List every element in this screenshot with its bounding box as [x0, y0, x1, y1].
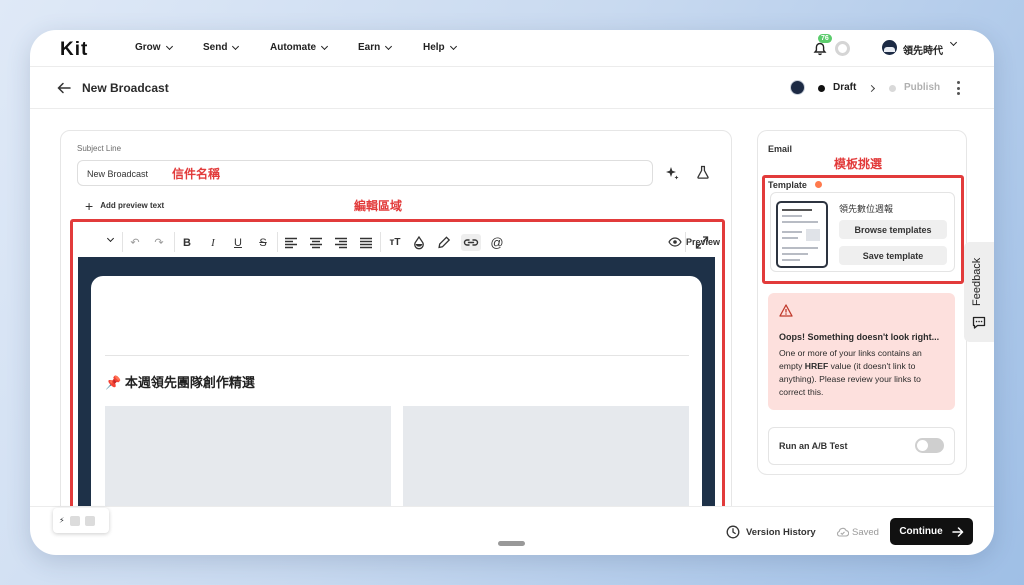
version-history-button[interactable]: Version History — [746, 527, 816, 538]
mini-toolbar: ⚡ — [53, 508, 109, 533]
nav-help[interactable]: Help — [423, 42, 457, 53]
subject-line-input[interactable]: New Broadcast — [77, 160, 653, 186]
chevron-right-icon — [867, 84, 876, 93]
annotation-subject: 信件名稱 — [172, 167, 221, 181]
chat-icon[interactable] — [972, 316, 986, 329]
chevron-down-icon — [232, 42, 240, 50]
italic-icon[interactable]: I — [206, 234, 220, 251]
tool-icon[interactable] — [84, 515, 95, 526]
ab-test-toggle[interactable] — [915, 438, 944, 453]
strikethrough-icon[interactable]: S — [256, 234, 270, 251]
plus-icon: + — [85, 197, 94, 214]
chevron-down-icon — [385, 42, 393, 50]
alert-title: Oops! Something doesn't look right... — [779, 332, 940, 342]
editor-toolbar: ↶ ↷ B I U S тT @ Preview — [78, 229, 720, 256]
underline-icon[interactable]: U — [231, 234, 245, 251]
broadcast-header: New Broadcast Draft Publish — [30, 67, 994, 109]
align-right-icon[interactable] — [334, 234, 348, 251]
chevron-down-icon[interactable] — [949, 38, 958, 47]
template-label: Template — [768, 180, 807, 190]
continue-button[interactable]: Continue — [890, 518, 973, 545]
cloud-check-icon — [837, 527, 849, 537]
avatar[interactable] — [882, 40, 897, 55]
notification-badge: 76 — [818, 34, 832, 43]
color-drop-icon[interactable] — [412, 234, 426, 251]
pushpin-icon: 📌 — [105, 375, 122, 390]
nav-earn[interactable]: Earn — [358, 42, 393, 53]
chevron-down-icon — [165, 42, 173, 50]
undo-icon[interactable]: ↶ — [128, 234, 142, 251]
page-title: New Broadcast — [82, 81, 169, 95]
save-template-button[interactable]: Save template — [839, 246, 947, 265]
warning-icon — [779, 304, 793, 317]
step-draft[interactable]: Draft — [833, 82, 856, 93]
ai-sparkle-icon[interactable] — [665, 166, 679, 180]
save-status: Saved — [852, 527, 879, 538]
alert-message: One or more of your links contains an em… — [779, 348, 922, 397]
bell-icon[interactable] — [813, 42, 827, 56]
avatar — [790, 80, 805, 95]
flask-icon[interactable] — [696, 165, 710, 179]
mention-icon[interactable]: @ — [489, 234, 505, 251]
redo-icon[interactable]: ↷ — [152, 234, 166, 251]
add-preview-text-button[interactable]: + Add preview text — [85, 197, 164, 214]
chevron-down-icon[interactable] — [106, 234, 115, 243]
lightning-icon[interactable]: ⚡ — [59, 516, 65, 525]
align-left-icon[interactable] — [284, 234, 298, 251]
progress-ring-icon[interactable] — [835, 41, 850, 56]
step-indicator-inactive — [889, 85, 896, 92]
chevron-down-icon — [449, 42, 457, 50]
ab-test-label: Run an A/B Test — [779, 441, 848, 451]
accessibility-icon[interactable] — [69, 515, 80, 526]
expand-icon[interactable] — [695, 234, 709, 251]
feedback-label[interactable]: Feedback — [971, 258, 983, 306]
content-divider — [105, 355, 689, 356]
content-heading[interactable]: 📌 本週領先團隊創作精選 — [105, 372, 255, 391]
more-options-icon[interactable] — [957, 81, 961, 95]
image-placeholder[interactable] — [105, 406, 391, 509]
nav-send[interactable]: Send — [203, 42, 240, 53]
browse-templates-button[interactable]: Browse templates — [839, 220, 947, 239]
status-dot — [815, 181, 822, 188]
annotation-template: 模板挑選 — [834, 157, 883, 171]
template-thumbnail[interactable] — [776, 201, 828, 268]
step-indicator-active — [818, 85, 825, 92]
email-section-label: Email — [768, 144, 793, 154]
clock-icon — [726, 525, 740, 539]
subject-line-label: Subject Line — [77, 144, 122, 153]
image-placeholder[interactable] — [403, 406, 689, 509]
drag-handle[interactable] — [498, 541, 525, 546]
template-name: 領先數位週報 — [839, 204, 894, 214]
annotation-editor-area: 編輯區域 — [354, 199, 403, 213]
highlighter-icon[interactable] — [437, 234, 451, 251]
nav-grow[interactable]: Grow — [135, 42, 173, 53]
top-nav: Kit Grow Send Automate Earn Help 76 領先時代 — [30, 30, 994, 67]
chevron-down-icon — [321, 42, 329, 50]
back-arrow-icon[interactable] — [57, 81, 71, 95]
nav-automate[interactable]: Automate — [270, 42, 329, 53]
step-publish[interactable]: Publish — [904, 82, 940, 93]
font-size-icon[interactable]: тT — [387, 234, 403, 251]
account-name[interactable]: 領先時代 — [903, 42, 943, 57]
align-center-icon[interactable] — [309, 234, 323, 251]
link-icon[interactable] — [461, 234, 481, 251]
logo[interactable]: Kit — [60, 39, 88, 61]
bold-icon[interactable]: B — [180, 234, 194, 251]
eye-icon — [668, 237, 682, 247]
arrow-right-icon — [951, 526, 964, 537]
align-justify-icon[interactable] — [359, 234, 373, 251]
